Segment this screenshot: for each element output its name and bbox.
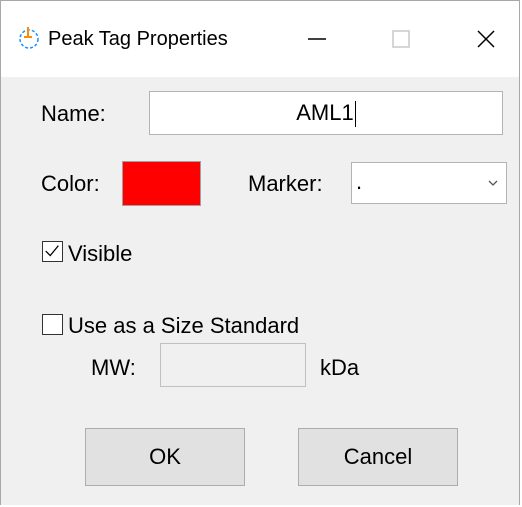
name-label: Name: [41,101,106,126]
text-caret [354,101,356,128]
peak-tag-icon [19,27,39,49]
marker-value: . [356,169,363,194]
close-icon[interactable] [466,19,506,59]
marker-select[interactable]: . [351,162,507,204]
marker-label: Marker: [248,171,323,196]
visible-checkbox[interactable] [42,241,63,262]
size-standard-checkbox[interactable] [42,314,63,335]
minimize-icon[interactable] [297,19,337,59]
name-value: AML1 [296,100,354,125]
ok-button[interactable]: OK [85,428,245,486]
cancel-button[interactable]: Cancel [298,428,458,486]
mw-label: MW: [91,355,136,380]
visible-label: Visible [68,241,133,266]
color-picker-button[interactable] [122,161,201,206]
chevron-down-icon[interactable] [480,163,506,203]
title-bar[interactable]: Peak Tag Properties [1,1,519,77]
checkmark-icon [45,245,59,257]
peak-tag-properties-dialog: Peak Tag Properties Name: AML1 Color: Ma… [0,0,520,505]
window-title: Peak Tag Properties [48,28,228,50]
maximize-icon[interactable] [381,19,421,59]
name-input[interactable]: AML1 [149,91,503,135]
size-standard-label: Use as a Size Standard [68,313,300,338]
color-label: Color: [41,171,100,196]
mw-unit-label: kDa [320,355,360,380]
dialog-body: Name: AML1 Color: Marker: . Visible Use … [1,77,521,507]
mw-input[interactable] [160,343,306,387]
